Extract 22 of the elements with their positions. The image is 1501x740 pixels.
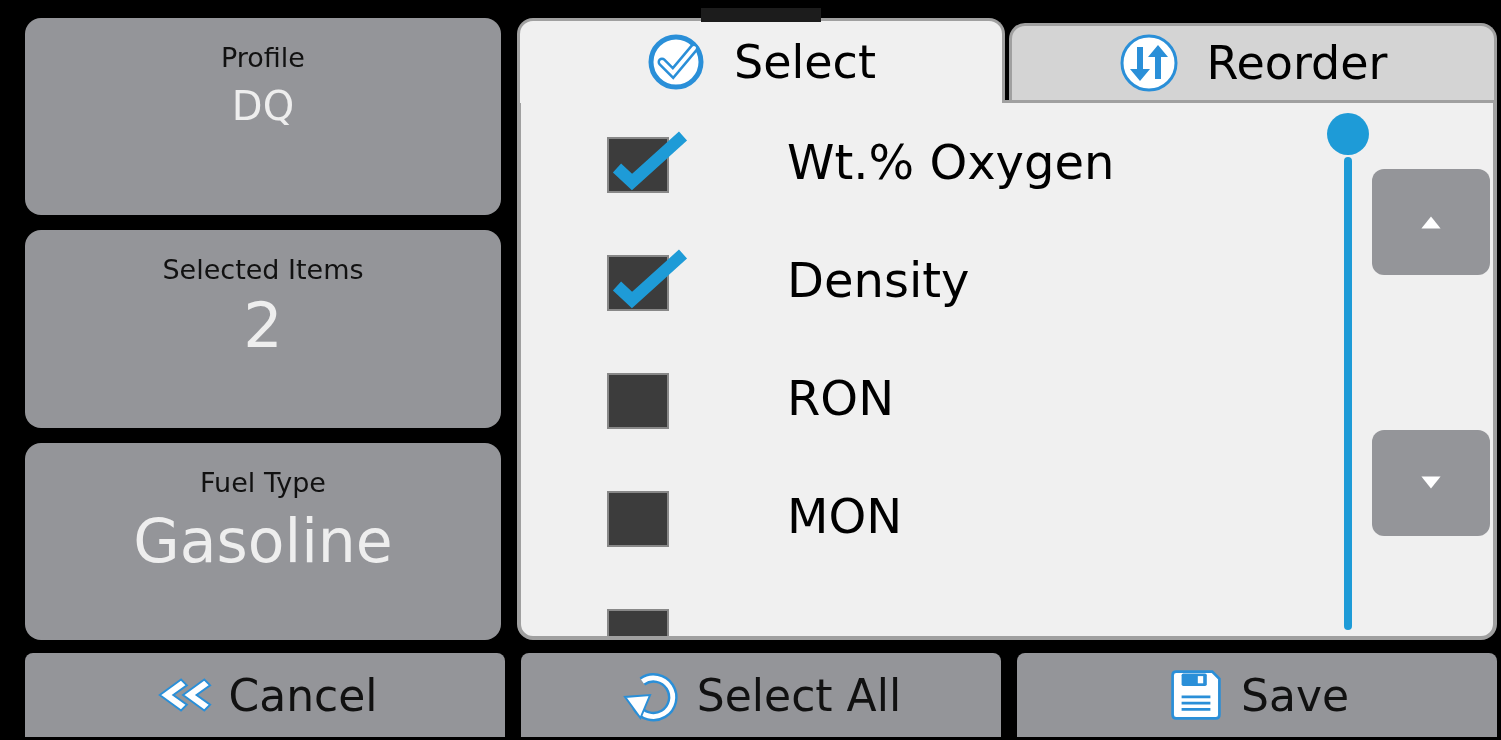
item-label: Wt.% Oxygen <box>787 134 1115 190</box>
checkbox[interactable] <box>607 249 689 311</box>
item-label: Density <box>787 252 970 308</box>
checkbox[interactable] <box>607 131 689 193</box>
item-label: RON <box>787 370 895 426</box>
card-label: Profile <box>221 42 305 73</box>
card-value: Gasoline <box>133 505 393 576</box>
action-button[interactable]: Save <box>1017 653 1497 737</box>
card-label: Selected Items <box>162 254 364 286</box>
tab[interactable]: Select <box>517 18 1005 103</box>
card-label: Fuel Type <box>200 466 326 498</box>
item-label: MON <box>787 488 903 544</box>
down-triangle-icon <box>1419 475 1443 491</box>
up-triangle-icon <box>1419 214 1443 230</box>
action-button[interactable]: Cancel <box>25 653 505 737</box>
action-button[interactable]: Select All <box>521 653 1001 737</box>
up-down-arrows-icon <box>1118 33 1179 93</box>
pull-handle[interactable] <box>701 8 821 22</box>
card-value: DQ <box>231 83 295 129</box>
card-value: 2 <box>243 289 283 363</box>
tab[interactable]: Reorder <box>1009 23 1497 100</box>
scroll-thumb[interactable] <box>1327 113 1369 155</box>
